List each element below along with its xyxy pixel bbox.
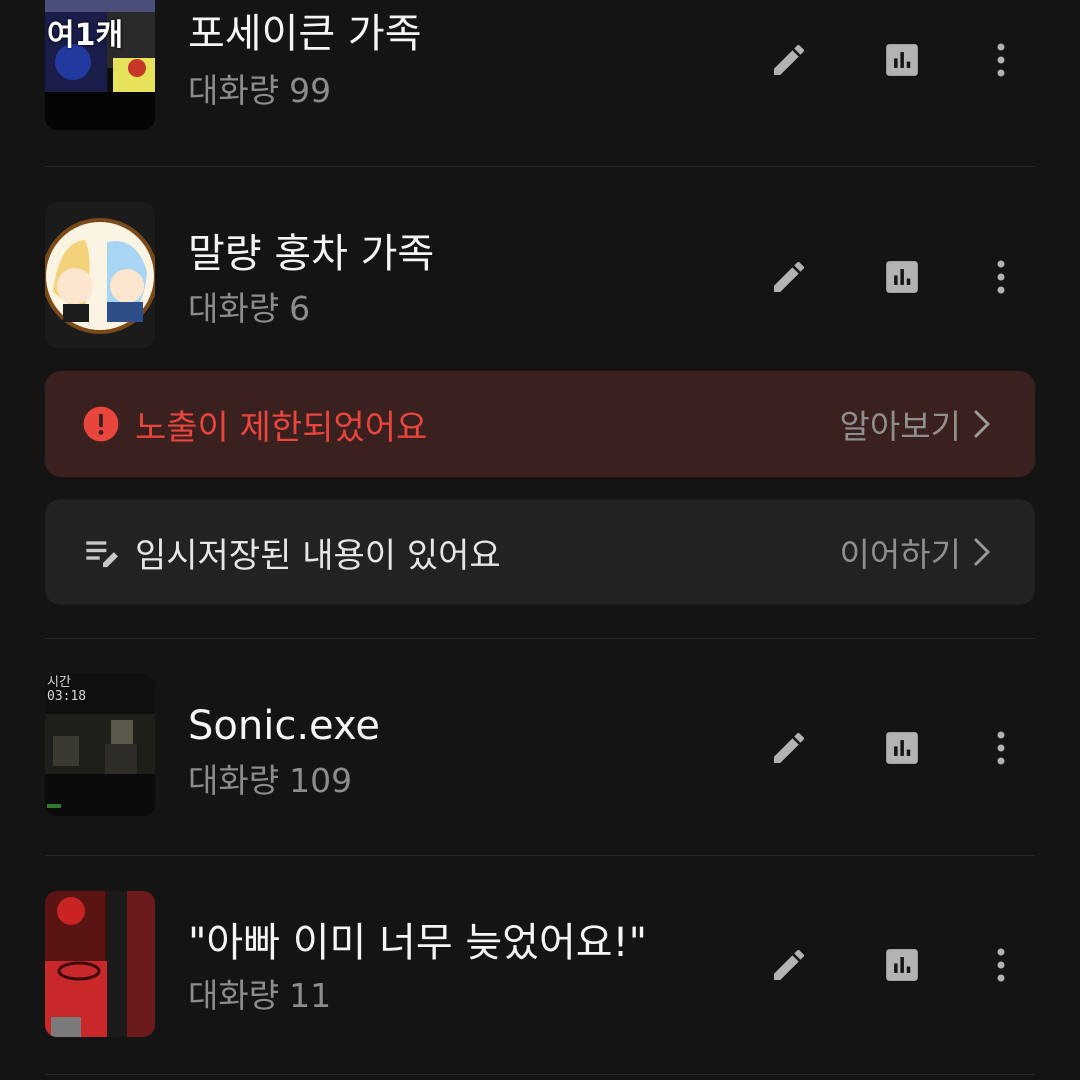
chevron-right-icon xyxy=(974,410,990,438)
more-button[interactable] xyxy=(977,941,1025,989)
stats-button[interactable] xyxy=(878,724,926,772)
item-title: 포세이큰 가족 xyxy=(188,11,422,57)
edit-button[interactable] xyxy=(765,941,813,989)
list-item[interactable]: 말량 홍차 가족 대화량 6 xyxy=(45,202,1035,348)
meta-value: 109 xyxy=(289,761,353,800)
more-button[interactable] xyxy=(977,253,1025,301)
item-title: 말량 홍차 가족 xyxy=(188,231,435,277)
edit-icon xyxy=(774,44,805,75)
meta-label: 대화량 xyxy=(188,761,280,800)
stats-icon xyxy=(886,949,918,981)
item-title: Sonic.exe xyxy=(188,703,380,749)
list-item[interactable]: 여1캐 포세이큰 가족 대화량 99 xyxy=(45,0,1035,130)
stats-button[interactable] xyxy=(878,941,926,989)
draft-edit-icon xyxy=(86,541,118,568)
chevron-right-icon xyxy=(974,538,990,566)
edit-icon xyxy=(774,261,805,292)
thumbnail-image xyxy=(45,202,155,348)
thumbnail-image: 여1캐 xyxy=(45,0,155,130)
more-icon xyxy=(997,731,1005,765)
list-item[interactable]: 시간 03:18 Sonic.exe 대화량 109 xyxy=(45,674,1035,816)
edit-button[interactable] xyxy=(765,253,813,301)
stats-icon xyxy=(886,261,918,293)
meta-value: 6 xyxy=(289,289,311,328)
restriction-text: 노출이 제한되었어요 xyxy=(135,407,428,448)
divider xyxy=(45,1074,1035,1075)
continue-label: 이어하기 xyxy=(839,535,961,574)
more-icon xyxy=(997,948,1005,982)
edit-button[interactable] xyxy=(765,36,813,84)
meta-label: 대화량 xyxy=(188,289,280,328)
meta-value: 99 xyxy=(289,71,332,110)
more-icon xyxy=(997,43,1005,77)
continue-link[interactable]: 이어하기 xyxy=(840,528,991,576)
thumbnail-caption: 여1캐 xyxy=(47,18,124,53)
meta-label: 대화량 xyxy=(188,71,280,110)
stats-button[interactable] xyxy=(878,253,926,301)
edit-button[interactable] xyxy=(765,724,813,772)
meta-value: 11 xyxy=(289,976,332,1015)
stats-icon xyxy=(886,44,918,76)
draft-text: 임시저장된 내용이 있어요 xyxy=(135,535,501,576)
edit-icon xyxy=(774,949,805,980)
more-button[interactable] xyxy=(977,724,1025,772)
stats-button[interactable] xyxy=(878,36,926,84)
stats-icon xyxy=(886,732,918,764)
learn-more-label: 알아보기 xyxy=(839,407,961,446)
item-title: "아빠 이미 너무 늦었어요!" xyxy=(188,920,647,966)
divider xyxy=(45,638,1035,639)
list-item[interactable]: "아빠 이미 너무 늦었어요!" 대화량 11 xyxy=(45,891,1035,1037)
restriction-banner[interactable]: 노출이 제한되었어요 알아보기 xyxy=(45,371,1035,477)
divider xyxy=(45,166,1035,167)
thumbnail-image xyxy=(45,891,155,1037)
learn-more-link[interactable]: 알아보기 xyxy=(840,400,991,448)
more-button[interactable] xyxy=(977,36,1025,84)
item-meta: 대화량 11 xyxy=(188,979,331,1012)
edit-icon xyxy=(774,732,805,763)
thumbnail-image: 시간 03:18 xyxy=(45,674,155,816)
more-icon xyxy=(997,260,1005,294)
divider xyxy=(45,855,1035,856)
item-meta: 대화량 6 xyxy=(188,292,310,325)
meta-label: 대화량 xyxy=(188,976,280,1015)
item-meta: 대화량 99 xyxy=(188,74,331,107)
alert-circle-icon xyxy=(83,406,119,442)
item-meta: 대화량 109 xyxy=(188,764,352,797)
thumbnail-caption: 시간 03:18 xyxy=(47,675,87,704)
draft-banner[interactable]: 임시저장된 내용이 있어요 이어하기 xyxy=(45,499,1035,605)
